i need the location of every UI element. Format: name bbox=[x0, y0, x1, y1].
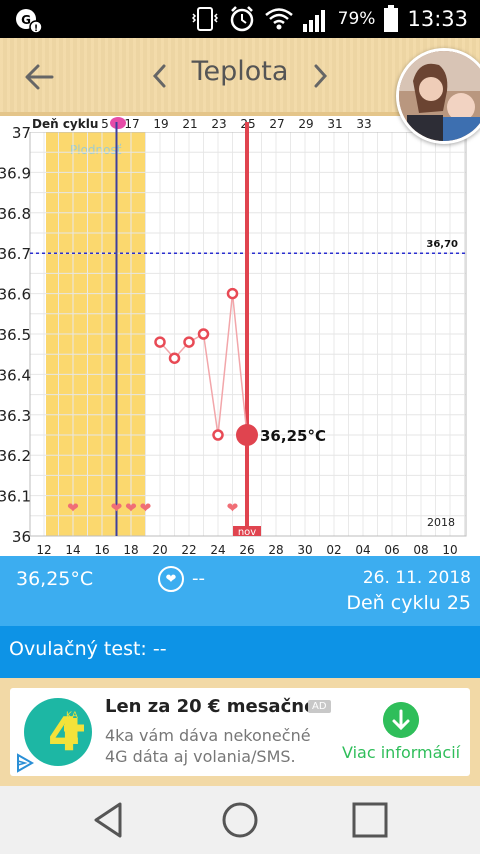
cycle-day-tick: 23 bbox=[211, 117, 226, 131]
cycle-day-tick: 21 bbox=[182, 117, 197, 131]
chevron-left-icon[interactable] bbox=[148, 60, 172, 92]
y-tick-label: 36.8 bbox=[0, 205, 31, 223]
cycle-day-tick: 17 bbox=[124, 117, 139, 131]
y-tick-label: 36.9 bbox=[0, 164, 31, 182]
chevron-right-icon[interactable] bbox=[308, 60, 332, 92]
cycle-day-tick: 29 bbox=[298, 117, 313, 131]
x-tick-label: 22 bbox=[181, 543, 196, 556]
heart-icon: ❤ bbox=[227, 501, 239, 517]
heart-icon: ❤ bbox=[140, 501, 152, 517]
selected-date: 26. 11. 2018 bbox=[362, 568, 471, 588]
x-tick-label: 12 bbox=[36, 543, 51, 556]
battery-percent: 79% bbox=[337, 9, 376, 29]
back-triangle-icon[interactable] bbox=[90, 800, 130, 840]
y-tick-label: 36.7 bbox=[0, 245, 31, 263]
year-label: 2018 bbox=[427, 516, 455, 529]
alarm-icon bbox=[230, 6, 253, 32]
month-label: nov bbox=[238, 527, 256, 538]
cycle-day-tick: 19 bbox=[153, 117, 168, 131]
x-tick-label: 28 bbox=[268, 543, 283, 556]
x-tick-label: 16 bbox=[94, 543, 109, 556]
ovulation-marker-icon bbox=[110, 117, 126, 129]
ad-title: Len za 20 € mesačne bbox=[105, 696, 317, 717]
ovulation-test-row[interactable]: Ovulačný test: -- bbox=[0, 626, 480, 678]
y-tick-label: 36.5 bbox=[0, 326, 31, 344]
clock: 13:33 bbox=[407, 7, 468, 31]
signal-icon bbox=[302, 10, 325, 32]
x-tick-label: 20 bbox=[152, 543, 167, 556]
heart-icon: ❤ bbox=[67, 501, 79, 517]
y-tick-label: 36.4 bbox=[0, 366, 31, 384]
data-point bbox=[154, 336, 166, 348]
y-tick-label: 37 bbox=[12, 124, 31, 142]
x-tick-label: 24 bbox=[210, 543, 225, 556]
heart-value: -- bbox=[192, 568, 205, 589]
home-circle-icon[interactable] bbox=[220, 800, 260, 840]
y-tick-label: 36.3 bbox=[0, 407, 31, 425]
data-point bbox=[183, 336, 195, 348]
data-point bbox=[226, 287, 239, 300]
heart-icon: ❤ bbox=[111, 501, 123, 517]
x-tick-label: 10 bbox=[442, 543, 457, 556]
ad-badge: AD bbox=[308, 700, 331, 713]
battery-icon bbox=[384, 5, 399, 32]
heart-icon[interactable]: ❤ bbox=[158, 566, 184, 592]
x-tick-label: 14 bbox=[65, 543, 80, 556]
y-tick-label: 36.1 bbox=[0, 488, 31, 506]
chart-svg[interactable]: PlodnosťDeň cyklu51719212325272931333636… bbox=[0, 116, 480, 556]
cycle-day-tick: 31 bbox=[327, 117, 342, 131]
selected-data-point bbox=[236, 424, 258, 446]
selected-value-label: 36,25°C bbox=[260, 427, 326, 445]
x-tick-label: 06 bbox=[384, 543, 399, 556]
vibrate-icon bbox=[191, 7, 218, 31]
fertility-label: Plodnosť bbox=[70, 143, 122, 157]
cycle-day-tick: 33 bbox=[356, 117, 371, 131]
svg-text:G: G bbox=[21, 13, 31, 27]
arrow-left-icon[interactable] bbox=[20, 58, 58, 96]
status-bar: G ! 79% 13:33 bbox=[0, 0, 480, 38]
ad-choices-icon[interactable] bbox=[14, 752, 36, 774]
page-title: Teplota bbox=[191, 56, 289, 87]
cycle-day-tick: 27 bbox=[269, 117, 284, 131]
ad-description-line2: 4G dáta aj volania/SMS. bbox=[105, 747, 296, 766]
avatar-photo bbox=[399, 51, 480, 141]
y-tick-label: 36 bbox=[12, 528, 31, 546]
x-tick-label: 26 bbox=[239, 543, 254, 556]
threshold-label: 36,70 bbox=[426, 239, 458, 250]
selected-cycle-day: Deň cyklu 25 bbox=[346, 592, 471, 614]
x-tick-label: 18 bbox=[123, 543, 138, 556]
data-point bbox=[197, 328, 210, 340]
heart-icon: ❤ bbox=[125, 501, 137, 517]
temperature-chart[interactable]: PlodnosťDeň cyklu51719212325272931333636… bbox=[0, 116, 480, 556]
y-tick-label: 36.2 bbox=[0, 447, 31, 465]
notification-icon: G ! bbox=[16, 9, 43, 34]
ovulation-test-label: Ovulačný test: -- bbox=[9, 638, 167, 660]
x-tick-label: 02 bbox=[326, 543, 341, 556]
ad-container: 4 KA Len za 20 € mesačne AD 4ka vám dáva… bbox=[0, 678, 480, 786]
recents-square-icon[interactable] bbox=[350, 800, 390, 840]
x-tick-label: 30 bbox=[297, 543, 312, 556]
ad-description-line1: 4ka vám dáva nekonečné bbox=[105, 726, 311, 745]
selected-temperature: 36,25°C bbox=[16, 568, 94, 590]
download-icon[interactable] bbox=[383, 702, 419, 738]
cycle-day-label: Deň cyklu bbox=[32, 117, 98, 131]
info-bar: 36,25°C ❤ -- 26. 11. 2018 Deň cyklu 25 bbox=[0, 556, 480, 626]
ad-card[interactable]: 4 KA Len za 20 € mesačne AD 4ka vám dáva… bbox=[10, 688, 470, 776]
cycle-day-tick: 5 bbox=[101, 117, 109, 131]
data-point bbox=[168, 352, 181, 364]
x-tick-label: 04 bbox=[355, 543, 370, 556]
ad-cta-link[interactable]: Viac informácií bbox=[342, 743, 460, 762]
data-point bbox=[212, 429, 224, 441]
x-tick-label: 08 bbox=[413, 543, 428, 556]
wifi-icon bbox=[264, 8, 293, 30]
system-nav-bar bbox=[0, 786, 480, 854]
svg-text:!: ! bbox=[34, 24, 38, 34]
y-tick-label: 36.6 bbox=[0, 286, 31, 304]
